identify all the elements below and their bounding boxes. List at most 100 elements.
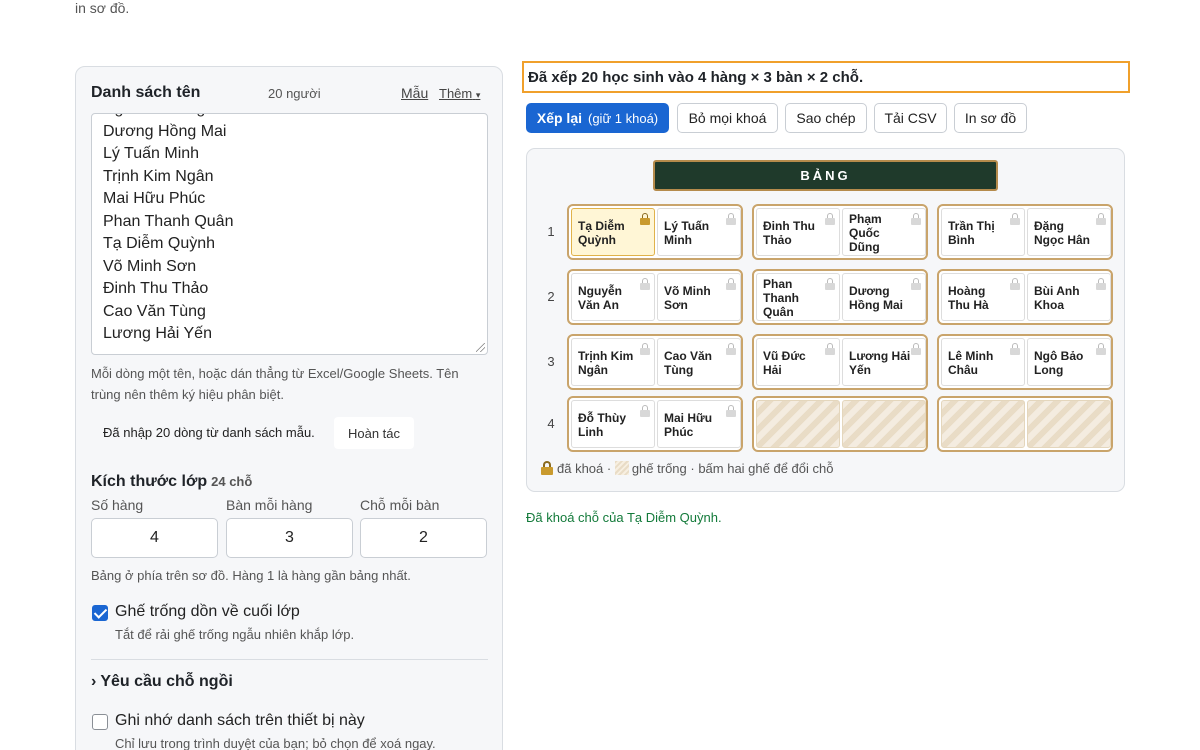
seat[interactable]: Phan Thanh Quân	[756, 273, 840, 321]
lock-icon[interactable]	[726, 278, 736, 290]
lock-icon[interactable]	[911, 278, 921, 290]
lock-icon[interactable]	[640, 278, 650, 290]
status-banner: Đã xếp 20 học sinh vào 4 hàng × 3 bàn × …	[522, 61, 1130, 93]
blackboard: BẢNG	[653, 160, 998, 191]
empty-back-checkbox[interactable]	[92, 605, 108, 621]
desks-per-row-label: Bàn mỗi hàng	[226, 497, 313, 513]
lock-icon[interactable]	[1096, 343, 1106, 355]
rows-label: Số hàng	[91, 497, 144, 513]
seat[interactable]: Bùi Anh Khoa	[1027, 273, 1111, 321]
seat-requests-toggle[interactable]: › Yêu cầu chỗ ngồi	[91, 673, 233, 691]
rows-input[interactable]	[91, 518, 218, 558]
desks-per-row-input[interactable]	[226, 518, 353, 558]
seat[interactable]: Mai Hữu Phúc	[657, 400, 741, 448]
lock-icon[interactable]	[1010, 213, 1020, 225]
empty-seat-swatch-icon	[614, 461, 629, 475]
seat[interactable]: Lương Hải Yến	[842, 338, 926, 386]
lock-icon[interactable]	[1010, 343, 1020, 355]
remember-label[interactable]: Ghi nhớ danh sách trên thiết bị này	[115, 712, 365, 730]
empty-seat[interactable]	[842, 400, 926, 448]
seat[interactable]: Vũ Đức Hải	[756, 338, 840, 386]
reshuffle-button[interactable]: Xếp lại (giữ 1 khoá)	[526, 103, 669, 133]
seat-student-name: Trần Thị Bình	[948, 219, 995, 247]
lock-icon[interactable]	[911, 343, 921, 355]
seat[interactable]: Lê Minh Châu	[941, 338, 1025, 386]
seat[interactable]: Dương Hồng Mai	[842, 273, 926, 321]
caret-down-icon: ▾	[475, 90, 481, 100]
lock-icon[interactable]	[1096, 278, 1106, 290]
sample-link[interactable]: Mẫu	[401, 85, 428, 101]
resize-grip-icon[interactable]	[476, 343, 485, 352]
lock-icon	[541, 461, 553, 475]
seat[interactable]: Đặng Ngọc Hân	[1027, 208, 1111, 256]
seat[interactable]: Đinh Thu Thảo	[756, 208, 840, 256]
seat-student-name: Tạ Diễm Quỳnh	[578, 219, 625, 247]
seats-per-desk-label: Chỗ mỗi bàn	[360, 497, 440, 513]
seat-student-name: Võ Minh Sơn	[664, 284, 711, 312]
lock-icon[interactable]	[640, 343, 650, 355]
row-number: 3	[547, 354, 555, 369]
desk: Hoàng Thu Hà Bùi Anh Khoa	[937, 269, 1113, 325]
lock-icon[interactable]	[640, 213, 650, 225]
seat[interactable]: Trần Thị Bình	[941, 208, 1025, 256]
names-title: Danh sách tên	[91, 84, 201, 101]
seat[interactable]: Cao Văn Tùng	[657, 338, 741, 386]
lock-icon[interactable]	[726, 343, 736, 355]
seat-student-name: Lê Minh Châu	[948, 349, 994, 377]
lock-icon[interactable]	[640, 405, 650, 417]
lock-icon[interactable]	[825, 278, 835, 290]
chevron-right-icon: ›	[91, 673, 97, 690]
desk	[937, 396, 1113, 452]
lock-icon[interactable]	[726, 405, 736, 417]
desk: Lê Minh Châu Ngô Bảo Long	[937, 334, 1113, 390]
seating-chart: BẢNG đã khoá · ghế trống · bấm hai ghế đ…	[526, 148, 1125, 492]
lock-icon[interactable]	[726, 213, 736, 225]
more-menu-link[interactable]: Thêm ▾	[439, 86, 480, 101]
seat[interactable]: Hoàng Thu Hà	[941, 273, 1025, 321]
seat[interactable]: Ngô Bảo Long	[1027, 338, 1111, 386]
names-textarea[interactable]: Ngô Bảo LongDương Hồng Mai Lý Tuấn Minh Tr…	[91, 113, 488, 355]
copy-button[interactable]: Sao chép	[785, 103, 867, 133]
class-size-label: Kích thước lớp	[91, 473, 208, 490]
seat[interactable]: Phạm Quốc Dũng	[842, 208, 926, 256]
top-fragment-text: in sơ đồ.	[75, 0, 130, 16]
empty-seat[interactable]	[1027, 400, 1111, 448]
download-csv-button[interactable]: Tải CSV	[874, 103, 947, 133]
reshuffle-label: Xếp lại	[536, 110, 582, 126]
seat[interactable]: Võ Minh Sơn	[657, 273, 741, 321]
seat-student-name: Bùi Anh Khoa	[1034, 284, 1080, 312]
seat-student-name: Đỗ Thùy Linh	[578, 411, 626, 439]
size-note: Bảng ở phía trên sơ đồ. Hàng 1 là hàng g…	[91, 568, 411, 583]
seat[interactable]: Nguyễn Văn An	[571, 273, 655, 321]
lock-message: Đã khoá chỗ của Tạ Diễm Quỳnh.	[526, 510, 722, 525]
empty-seat[interactable]	[941, 400, 1025, 448]
remember-checkbox[interactable]	[92, 714, 108, 730]
lock-icon[interactable]	[911, 213, 921, 225]
print-chart-button[interactable]: In sơ đồ	[954, 103, 1027, 133]
unlock-all-button[interactable]: Bỏ mọi khoá	[677, 103, 778, 133]
legend: đã khoá · ghế trống · bấm hai ghế để đổi…	[541, 461, 833, 476]
status-text: Đã xếp 20 học sinh vào 4 hàng × 3 bàn × …	[528, 69, 864, 86]
desk: Trịnh Kim Ngân Cao Văn Tùng	[567, 334, 743, 390]
row-number: 4	[547, 416, 555, 431]
names-line: Đinh Thu Thảo	[103, 280, 209, 297]
seat[interactable]: Lý Tuấn Minh	[657, 208, 741, 256]
lock-icon[interactable]	[825, 213, 835, 225]
names-text-lines: Ngô Bảo LongDương Hồng Mai Lý Tuấn Minh Tr…	[103, 114, 234, 346]
empty-back-label[interactable]: Ghế trống dồn về cuối lớp	[115, 603, 300, 621]
names-line: Cao Văn Tùng	[103, 302, 206, 320]
undo-button[interactable]: Hoàn tác	[334, 417, 414, 449]
seats-per-desk-input[interactable]	[360, 518, 487, 558]
reshuffle-sub: (giữ 1 khoá)	[588, 111, 659, 126]
lock-icon[interactable]	[1010, 278, 1020, 290]
lock-icon[interactable]	[1096, 213, 1106, 225]
desk: Nguyễn Văn An Võ Minh Sơn	[567, 269, 743, 325]
seat-student-name: Dương Hồng Mai	[849, 284, 903, 312]
row-number: 1	[547, 224, 555, 239]
seat[interactable]: Tạ Diễm Quỳnh	[571, 208, 655, 256]
seat[interactable]: Đỗ Thùy Linh	[571, 400, 655, 448]
lock-icon[interactable]	[825, 343, 835, 355]
names-line: Phan Thanh Quân	[103, 212, 234, 230]
empty-seat[interactable]	[756, 400, 840, 448]
seat[interactable]: Trịnh Kim Ngân	[571, 338, 655, 386]
